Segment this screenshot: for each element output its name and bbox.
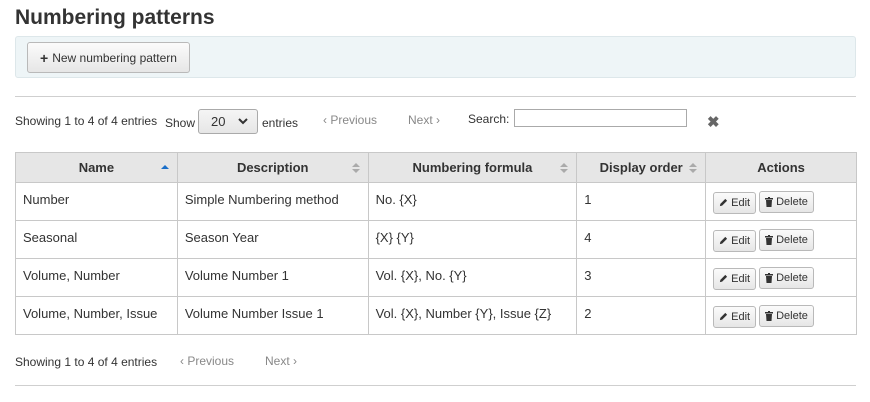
- page-title: Numbering patterns: [15, 6, 215, 29]
- entries-info: Showing 1 to 4 of 4 entries: [15, 355, 158, 369]
- trash-icon: [765, 197, 774, 207]
- edit-button[interactable]: Edit: [713, 267, 757, 290]
- trash-icon: [765, 273, 774, 283]
- column-header-label: Name: [78, 160, 115, 175]
- cell-name: Number: [15, 182, 178, 221]
- page-size-value: 20: [211, 114, 226, 129]
- cell-actions: Edit Delete: [705, 182, 857, 221]
- previous-label: Previous: [330, 113, 378, 127]
- cell-formula: No. {X}: [367, 182, 578, 221]
- cell-description: Volume Number 1: [176, 258, 369, 297]
- delete-label: Delete: [776, 310, 808, 322]
- numbering-patterns-table: Name Description Numbering formula Displ…: [15, 152, 857, 335]
- pencil-icon: [720, 312, 728, 321]
- sort-both-icon: [351, 163, 360, 173]
- cell-formula: Vol. {X}, Number {Y}, Issue {Z}: [367, 296, 578, 335]
- column-header-description[interactable]: Description: [176, 152, 369, 183]
- search-input[interactable]: [514, 109, 687, 127]
- cell-display-order: 4: [576, 220, 707, 259]
- cell-name: Volume, Number: [15, 258, 178, 297]
- next-page-link[interactable]: Next ›: [265, 354, 297, 368]
- previous-page-link[interactable]: ‹ Previous: [323, 113, 377, 127]
- cell-formula: {X} {Y}: [367, 220, 578, 259]
- edit-button[interactable]: Edit: [713, 191, 757, 214]
- table-controls-top: Showing 1 to 4 of 4 entries Show 20 entr…: [15, 109, 856, 139]
- column-header-label: Actions: [757, 160, 805, 175]
- delete-label: Delete: [776, 272, 808, 284]
- divider: [15, 96, 856, 97]
- delete-button[interactable]: Delete: [759, 229, 814, 251]
- delete-button[interactable]: Delete: [759, 305, 814, 327]
- pencil-icon: [720, 274, 728, 283]
- column-header-display-order[interactable]: Display order: [576, 152, 707, 183]
- cell-actions: Edit Delete: [705, 258, 857, 297]
- entries-label: entries: [262, 116, 299, 130]
- edit-label: Edit: [731, 234, 751, 247]
- sort-ascending-icon: [160, 165, 169, 169]
- trash-icon: [765, 311, 774, 321]
- table-header-row: Name Description Numbering formula Displ…: [15, 152, 857, 183]
- cell-actions: Edit Delete: [705, 220, 857, 259]
- delete-button[interactable]: Delete: [759, 191, 814, 213]
- cell-description: Season Year: [176, 220, 369, 259]
- chevron-left-icon: ‹: [323, 113, 327, 127]
- cell-display-order: 2: [576, 296, 707, 335]
- next-page-link[interactable]: Next ›: [408, 113, 440, 127]
- chevron-right-icon: ›: [436, 113, 441, 127]
- delete-button[interactable]: Delete: [759, 267, 814, 289]
- search-label: Search:: [468, 112, 510, 126]
- cell-name: Volume, Number, Issue: [15, 296, 178, 335]
- sort-both-icon: [689, 163, 698, 173]
- cell-display-order: 3: [576, 258, 707, 297]
- page-size-select[interactable]: 20: [198, 109, 258, 134]
- table-row: Volume, Number, Issue Volume Number Issu…: [15, 296, 857, 335]
- table-row: Number Simple Numbering method No. {X} 1…: [15, 182, 857, 221]
- table-row: Volume, Number Volume Number 1 Vol. {X},…: [15, 258, 857, 297]
- column-header-label: Display order: [599, 160, 683, 175]
- cell-description: Simple Numbering method: [176, 182, 369, 221]
- edit-button[interactable]: Edit: [713, 229, 757, 252]
- cell-actions: Edit Delete: [705, 296, 857, 335]
- column-header-label: Description: [236, 160, 309, 175]
- next-label: Next: [408, 113, 433, 127]
- column-header-name[interactable]: Name: [15, 152, 178, 183]
- delete-label: Delete: [776, 196, 808, 208]
- edit-button[interactable]: Edit: [713, 305, 757, 328]
- cell-description: Volume Number Issue 1: [176, 296, 369, 335]
- sort-both-icon: [560, 163, 569, 173]
- previous-page-link[interactable]: ‹ Previous: [180, 354, 234, 368]
- new-numbering-pattern-label: New numbering pattern: [52, 50, 177, 65]
- table-row: Seasonal Season Year {X} {Y} 4 Edit Dele…: [15, 220, 857, 259]
- new-numbering-pattern-button[interactable]: + New numbering pattern: [27, 42, 190, 73]
- chevron-left-icon: ‹: [180, 354, 184, 368]
- chevron-down-icon: [238, 118, 248, 125]
- chevron-right-icon: ›: [293, 354, 298, 368]
- plus-icon: +: [40, 49, 49, 66]
- edit-label: Edit: [731, 196, 751, 209]
- clear-filter-icon[interactable]: ✖: [707, 113, 720, 131]
- next-label: Next: [265, 354, 290, 368]
- previous-label: Previous: [187, 354, 235, 368]
- entries-info: Showing 1 to 4 of 4 entries: [15, 114, 158, 128]
- trash-icon: [765, 235, 774, 245]
- cell-formula: Vol. {X}, No. {Y}: [367, 258, 578, 297]
- delete-label: Delete: [776, 234, 808, 246]
- edit-label: Edit: [731, 272, 751, 285]
- cell-name: Seasonal: [15, 220, 178, 259]
- column-header-label: Numbering formula: [412, 160, 533, 175]
- pencil-icon: [720, 198, 728, 207]
- pencil-icon: [720, 236, 728, 245]
- cell-display-order: 1: [576, 182, 707, 221]
- column-header-actions: Actions: [705, 152, 857, 183]
- show-label: Show: [165, 116, 196, 130]
- toolbar: + New numbering pattern: [15, 36, 856, 78]
- divider: [15, 385, 856, 386]
- table-controls-bottom: Showing 1 to 4 of 4 entries ‹ Previous N…: [15, 352, 856, 382]
- column-header-numbering-formula[interactable]: Numbering formula: [367, 152, 578, 183]
- edit-label: Edit: [731, 310, 751, 323]
